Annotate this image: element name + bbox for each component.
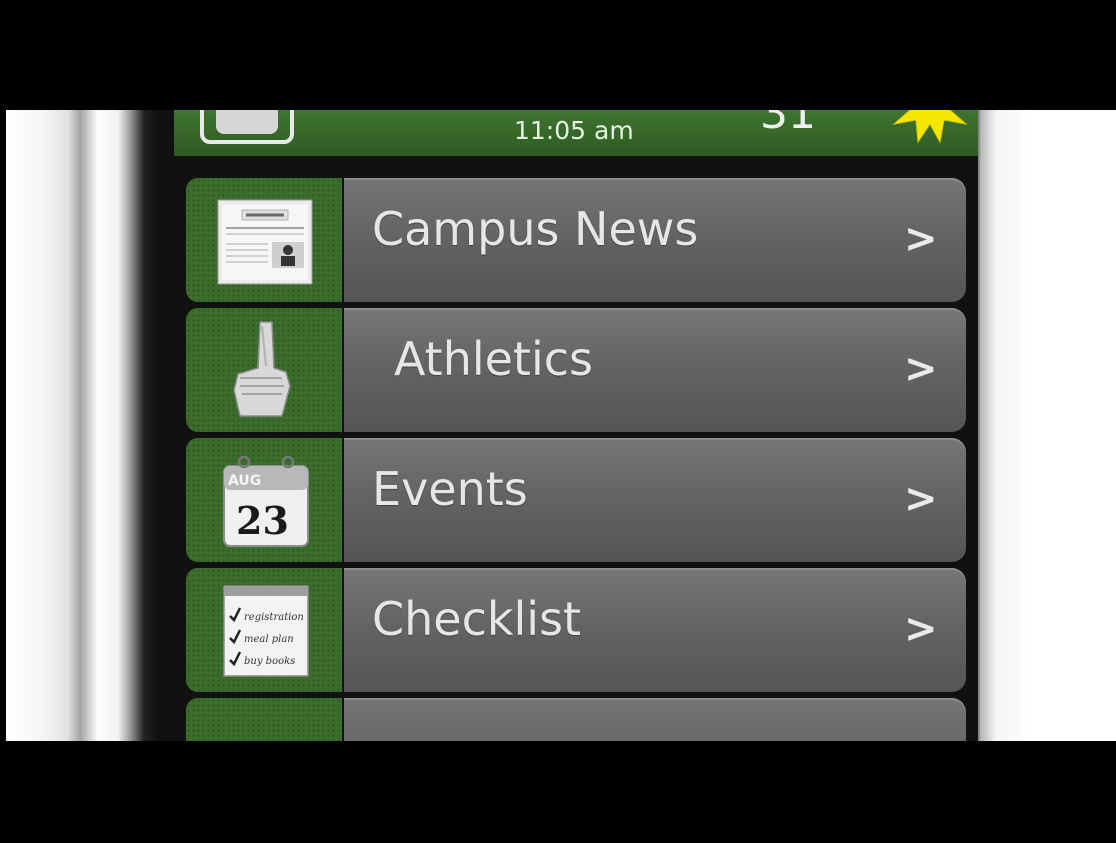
checklist-icon: registration meal plan buy books <box>223 585 309 677</box>
checklist-line: registration <box>244 612 304 623</box>
chevron-right-icon: > <box>904 216 938 262</box>
chevron-right-icon: > <box>904 346 938 392</box>
newspaper-icon <box>217 199 313 285</box>
chevron-right-icon: > <box>904 606 938 652</box>
menu-item-partial[interactable] <box>186 698 966 741</box>
calendar-icon: AUG 23 <box>223 455 309 547</box>
calendar-day: 23 <box>236 498 289 543</box>
calendar-month: AUG <box>228 473 261 489</box>
menu-item-events[interactable]: AUG 23 Events > <box>186 438 966 562</box>
menu-bar[interactable]: Athletics > <box>344 308 966 432</box>
partial-icon <box>210 710 320 741</box>
menu-item-label: Campus News <box>372 202 699 256</box>
background-right <box>1028 110 1116 741</box>
menu-bar[interactable] <box>344 698 966 741</box>
menu-item-campus-news[interactable]: Campus News > <box>186 178 966 302</box>
letterbox-top <box>0 0 1116 110</box>
letterbox-bottom <box>0 741 1116 843</box>
foam-finger-icon <box>233 321 291 417</box>
menu-item-label: Events <box>372 462 528 516</box>
phone-frame: 11:05 am 31 Campus News > Athletics > AU… <box>6 110 1028 741</box>
menu-icon-tile <box>186 698 342 741</box>
checklist-line: meal plan <box>244 634 294 645</box>
chevron-right-icon: > <box>904 476 938 522</box>
menu-item-athletics[interactable]: Athletics > <box>186 308 966 432</box>
menu-icon-tile: AUG 23 <box>186 438 342 562</box>
menu-icon-tile <box>186 308 342 432</box>
menu-item-label: Athletics <box>394 332 594 386</box>
menu-icon-tile: registration meal plan buy books <box>186 568 342 692</box>
menu-icon-tile <box>186 178 342 302</box>
menu-bar[interactable]: Checklist > <box>344 568 966 692</box>
menu-item-label: Checklist <box>372 592 582 646</box>
menu-item-checklist[interactable]: registration meal plan buy books Checkli… <box>186 568 966 692</box>
status-time: 11:05 am <box>514 116 634 145</box>
home-icon-inner <box>216 110 278 134</box>
checklist-line: buy books <box>244 656 295 667</box>
status-bar: 11:05 am 31 <box>174 110 978 156</box>
sun-icon <box>888 110 972 150</box>
home-icon[interactable] <box>200 110 294 144</box>
status-temperature: 31 <box>760 110 816 139</box>
menu-bar[interactable]: Campus News > <box>344 178 966 302</box>
phone-screen: 11:05 am 31 Campus News > Athletics > AU… <box>166 110 978 741</box>
menu-bar[interactable]: Events > <box>344 438 966 562</box>
